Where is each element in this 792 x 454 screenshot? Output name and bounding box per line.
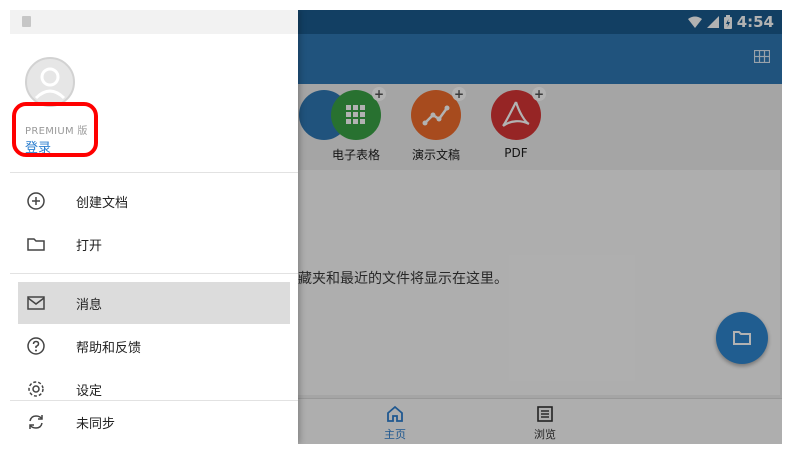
menu-item-sync[interactable]: 未同步 — [18, 401, 290, 443]
menu-item-open[interactable]: 打开 — [18, 223, 290, 265]
menu-item-label: 创建文档 — [76, 196, 129, 211]
divider — [10, 273, 298, 274]
drawer-status-bar — [10, 10, 298, 34]
add-circle-icon — [27, 192, 45, 210]
gear-icon — [28, 381, 44, 397]
highlight-annotation — [12, 102, 98, 157]
notification-icon — [22, 16, 31, 27]
help-icon — [27, 337, 45, 355]
navigation-drawer: PREMIUM 版 登录 创建文档 打开 消息 帮助和反馈 设定 未同步 — [10, 10, 298, 444]
menu-item-help-feedback[interactable]: 帮助和反馈 — [18, 325, 290, 367]
menu-item-label: 打开 — [76, 239, 103, 254]
menu-item-create-document[interactable]: 创建文档 — [18, 180, 290, 222]
avatar-icon[interactable] — [24, 56, 76, 108]
mail-icon — [27, 296, 45, 310]
sync-icon — [29, 415, 43, 429]
menu-item-label: 消息 — [76, 298, 103, 313]
app-window: 4:54 + 电子表格 + 演示文稿 + PDF 藏夹和最近的文件将显示在这里。… — [10, 10, 782, 444]
menu-item-messages[interactable]: 消息 — [18, 282, 290, 324]
divider — [10, 172, 298, 173]
folder-icon — [27, 238, 45, 251]
menu-item-label: 帮助和反馈 — [76, 341, 142, 356]
menu-item-label: 未同步 — [76, 417, 116, 432]
menu-item-label: 设定 — [76, 384, 103, 399]
